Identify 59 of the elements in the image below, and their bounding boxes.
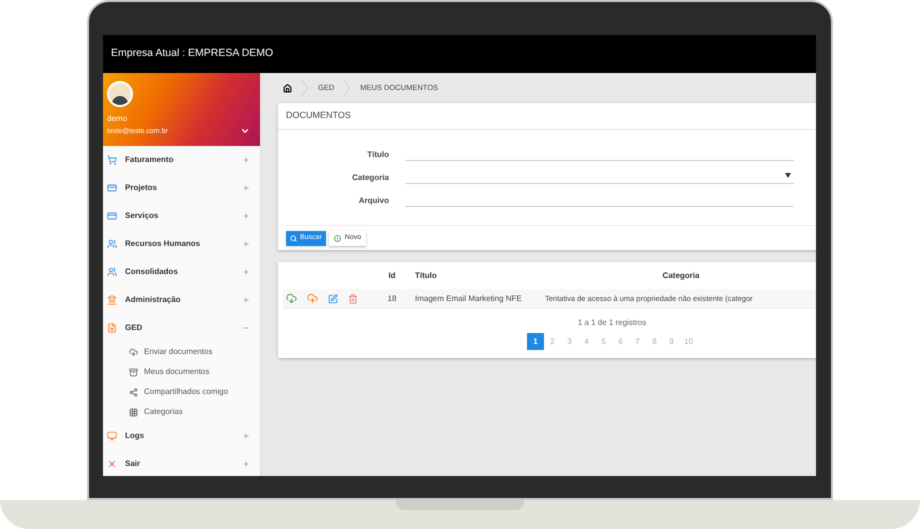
expand-icon[interactable] [242, 432, 250, 440]
users-icon [107, 239, 117, 249]
cloud-download-icon[interactable] [286, 293, 297, 304]
menu-item[interactable]: Sair [103, 450, 260, 476]
card-icon [107, 183, 117, 193]
share-icon [129, 388, 138, 396]
column-header: Id [387, 270, 397, 282]
edit-icon[interactable] [328, 294, 338, 304]
cloud-upload-icon [129, 348, 138, 356]
cloud-upload-icon[interactable] [307, 293, 318, 304]
expand-icon[interactable] [242, 240, 250, 248]
expand-icon[interactable] [242, 460, 250, 468]
trash-icon[interactable] [348, 294, 358, 304]
submenu-item[interactable]: Enviar documentos [103, 342, 260, 362]
users-icon [107, 267, 117, 277]
card-title: DOCUMENTOS [286, 109, 351, 122]
column-header: Categoria [662, 270, 700, 282]
menu-item[interactable]: Projetos [103, 174, 260, 202]
document-icon [107, 323, 117, 333]
submenu-item[interactable]: Categorias [103, 402, 260, 422]
search-icon [290, 234, 297, 242]
expand-icon[interactable] [242, 268, 250, 276]
field-label: Título [366, 149, 389, 161]
table-cell-text: Imagem Email Marketing NFE [414, 292, 523, 304]
menu-item[interactable]: Faturamento [103, 146, 260, 174]
separator-icon [302, 80, 308, 96]
menu-item[interactable]: Recursos Humanos [103, 230, 260, 258]
expand-icon[interactable] [242, 212, 250, 220]
avatar [107, 81, 133, 107]
bank-icon [107, 295, 117, 305]
column-header: Título [414, 270, 438, 282]
menu-item[interactable]: Serviços [103, 202, 260, 230]
menu-item[interactable]: Consolidados [103, 258, 260, 286]
expand-icon[interactable] [242, 296, 250, 304]
field-label: Arquivo [358, 195, 389, 207]
menu-item[interactable]: Administração [103, 286, 260, 314]
monitor-icon [107, 431, 117, 441]
grid-icon [129, 408, 138, 416]
submenu-item[interactable]: Meus documentos [103, 362, 260, 382]
archive-icon [129, 368, 138, 376]
window-title: Empresa Atual : EMPRESA DEMO [111, 46, 274, 62]
user-name: demo [107, 115, 128, 123]
dropdown-icon [785, 172, 791, 178]
chevron-down-icon[interactable] [240, 126, 250, 136]
expand-icon[interactable] [242, 156, 250, 164]
home-icon[interactable] [283, 84, 292, 92]
cart-icon [107, 155, 117, 165]
menu-item[interactable]: GED [103, 314, 260, 342]
submenu-item[interactable]: Compartilhados comigo [103, 382, 260, 402]
circle-icon [334, 234, 341, 242]
field-label: Categoria [351, 172, 389, 184]
page-link[interactable]: 1 [527, 333, 544, 350]
separator-icon [344, 80, 350, 96]
menu-item[interactable]: Logs [103, 422, 260, 450]
table-cell-text: 18 [386, 292, 398, 304]
records-summary: 1 a 1 de 1 registros [578, 317, 646, 329]
card-icon [107, 211, 117, 221]
close-icon [107, 459, 117, 469]
expand-icon[interactable] [242, 184, 250, 192]
